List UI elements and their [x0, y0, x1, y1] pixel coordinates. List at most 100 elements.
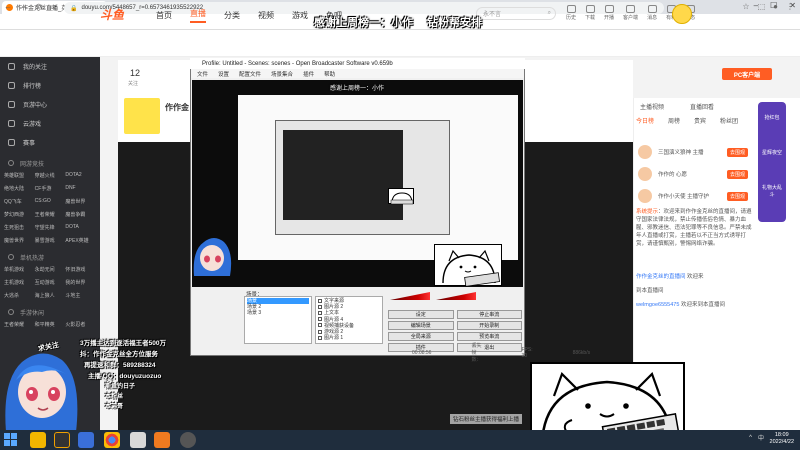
tab-week[interactable]: 周榜 — [668, 116, 680, 125]
sidebar-item-webgame[interactable]: 页游中心 — [0, 95, 100, 114]
chrome-icon[interactable] — [104, 432, 120, 448]
category-link[interactable]: 和平精英 — [35, 321, 66, 328]
folder-icon[interactable] — [30, 432, 46, 448]
douyu-icon[interactable] — [154, 432, 170, 448]
broadcast-button[interactable]: 开播 — [604, 5, 614, 21]
category-link[interactable]: 永劫无间 — [35, 266, 66, 273]
global-sources-button[interactable]: 全局来源 — [388, 332, 454, 341]
category-link[interactable]: 穿越火线 — [35, 172, 66, 179]
tab-today[interactable]: 今日榜 — [636, 116, 654, 125]
rank-watch-button[interactable]: 去围观 — [726, 191, 748, 201]
app-icon[interactable] — [130, 432, 146, 448]
category-link[interactable]: QQ飞车 — [4, 198, 35, 205]
obs-menu-scenes[interactable]: 场景集合 — [271, 70, 293, 78]
category-link[interactable]: 守望先锋 — [35, 224, 66, 231]
category-link[interactable]: DOTA2 — [65, 172, 96, 179]
chat-user[interactable]: welmgoe6555475 — [636, 302, 679, 308]
category-link[interactable]: 梦幻西游 — [4, 211, 35, 218]
rank-row[interactable]: 三国演义狼神 主播 去围观 — [638, 142, 748, 162]
windows-start-icon[interactable] — [4, 433, 18, 447]
forward-icon[interactable]: → — [20, 2, 28, 11]
obs-menu-profile[interactable]: 配置文件 — [239, 70, 261, 78]
menu-icon[interactable]: ⋮ — [786, 2, 794, 11]
back-icon[interactable]: ← — [4, 2, 12, 11]
start-record-button[interactable]: 开始录制 — [456, 321, 522, 330]
tab-fans[interactable]: 粉丝团 — [720, 116, 738, 125]
checkbox[interactable] — [318, 335, 322, 340]
activity-gift-battle[interactable]: 礼物大乱斗 — [758, 182, 786, 200]
ime-indicator[interactable]: 中 — [758, 433, 764, 442]
obs-menu-file[interactable]: 文件 — [197, 70, 208, 78]
sidebar-item-events[interactable]: 赛事 — [0, 133, 100, 152]
category-link[interactable]: 绝地大陆 — [4, 185, 35, 192]
checkbox[interactable] — [318, 323, 322, 328]
category-link[interactable]: 火影忍者 — [65, 321, 96, 328]
pc-client-button[interactable]: PC客户端 — [722, 68, 772, 80]
desktop-volume-slider[interactable] — [390, 292, 430, 300]
sidebar-section-single[interactable]: 单机热游 — [0, 250, 100, 264]
obs-icon[interactable] — [180, 432, 196, 448]
activity-starry[interactable]: 星辉夜空 — [758, 147, 786, 158]
edit-scene-button[interactable]: 编辑场景 — [388, 321, 454, 330]
obs-menu-help[interactable]: 帮助 — [324, 70, 335, 78]
streamer-video-link[interactable]: 主播视频 — [640, 102, 664, 111]
history-button[interactable]: 历史 — [566, 5, 576, 21]
rank-row[interactable]: 作作的 心愿 去围观 — [638, 164, 748, 184]
user-avatar[interactable] — [672, 4, 692, 24]
checkbox[interactable] — [318, 304, 322, 309]
extensions-icon[interactable]: ⬚ — [758, 2, 766, 11]
category-link[interactable]: 单机游戏 — [4, 266, 35, 273]
activity-redpacket[interactable]: 抢红包 — [758, 112, 786, 123]
sidebar-item-follow[interactable]: 我的关注 — [0, 57, 100, 76]
category-link[interactable]: CF手游 — [35, 185, 66, 192]
category-link[interactable]: 暴雪游戏 — [35, 237, 66, 244]
search-icon[interactable]: ⌕ — [548, 10, 551, 17]
nav-home[interactable]: 首页 — [156, 10, 172, 21]
category-link[interactable]: DOTA — [65, 224, 96, 231]
sidebar-item-rank[interactable]: 排行榜 — [0, 76, 100, 95]
nav-video[interactable]: 视频 — [258, 10, 274, 21]
rank-watch-button[interactable]: 去围观 — [726, 169, 748, 179]
client-button[interactable]: 客户端 — [623, 5, 638, 21]
replay-link[interactable]: 直播回看 — [690, 102, 714, 111]
sidebar-item-cloudgame[interactable]: 云游戏 — [0, 114, 100, 133]
rank-row[interactable]: 作作小天使 主播守护 去围观 — [638, 186, 748, 206]
category-link[interactable]: 魔兽世界 — [65, 198, 96, 205]
home-icon[interactable]: ⌂ — [51, 2, 56, 11]
preview-stream-button[interactable]: 预览串流 — [456, 332, 522, 341]
scene-item[interactable]: 场景 3 — [247, 310, 309, 316]
nav-live[interactable]: 直播 — [190, 8, 206, 23]
category-link[interactable]: 我的世界 — [65, 279, 96, 286]
category-link[interactable]: 怀旧游戏 — [65, 266, 96, 273]
obs-menu-settings[interactable]: 设置 — [218, 70, 229, 78]
checkbox[interactable] — [318, 317, 322, 322]
category-link[interactable]: 魔兽世界 — [4, 237, 35, 244]
category-link[interactable]: 王者荣耀 — [4, 321, 35, 328]
tab-vip[interactable]: 贵宾 — [694, 116, 706, 125]
sidebar-section-online[interactable]: 网游竞技 — [0, 156, 100, 170]
category-link[interactable]: 主机游戏 — [4, 279, 35, 286]
category-link[interactable]: 生死狙击 — [4, 224, 35, 231]
category-link[interactable]: 魔兽争霸 — [65, 211, 96, 218]
reload-icon[interactable]: ⟳ — [36, 2, 43, 11]
category-link[interactable]: DNF — [65, 185, 96, 192]
game-app-icon[interactable] — [54, 432, 70, 448]
taskbar-clock[interactable]: 18:09 2022/4/22 — [770, 432, 794, 446]
download-button[interactable]: 下载 — [585, 5, 595, 21]
category-link[interactable]: 海上狼人 — [35, 292, 66, 299]
checkbox[interactable] — [318, 329, 322, 334]
category-link[interactable]: 英雄联盟 — [4, 172, 35, 179]
settings-button[interactable]: 设定 — [388, 310, 454, 319]
obs-menu-plugins[interactable]: 插件 — [303, 70, 314, 78]
category-link[interactable]: CS:GO — [35, 198, 66, 205]
chat-user[interactable]: 作作金克丝的直播间 — [636, 274, 686, 280]
profile-icon[interactable]: ● — [773, 2, 778, 11]
checkbox[interactable] — [318, 298, 322, 303]
streamer-avatar[interactable] — [124, 98, 160, 134]
category-link[interactable]: 王者荣耀 — [35, 211, 66, 218]
category-link[interactable]: APEX英雄 — [65, 237, 96, 244]
source-item[interactable]: 图片源 1 — [318, 335, 380, 341]
stop-stream-button[interactable]: 停止串流 — [456, 310, 522, 319]
message-button[interactable]: 消息 — [647, 5, 657, 21]
douyu-logo[interactable]: 斗鱼 — [100, 6, 124, 23]
